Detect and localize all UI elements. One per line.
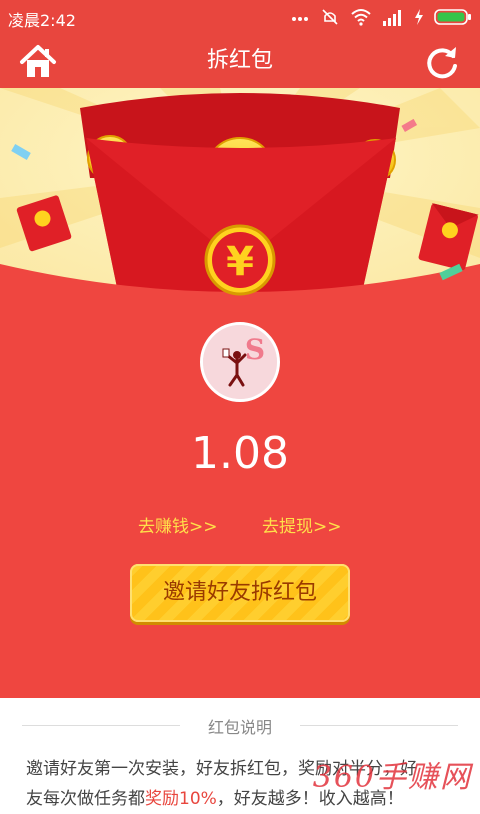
more-dots-icon bbox=[292, 17, 308, 21]
svg-text:S: S bbox=[245, 333, 265, 366]
red-envelope-banner: ¥ ¥ bbox=[0, 88, 480, 320]
withdraw-link[interactable]: 去提现>> bbox=[262, 512, 342, 537]
reward-highlight: 奖励10% bbox=[145, 789, 217, 809]
invite-friends-button[interactable]: 邀请好友拆红包 bbox=[130, 564, 350, 622]
page-title: 拆红包 bbox=[206, 48, 273, 73]
info-title: 红包说明 bbox=[207, 718, 272, 737]
envelope-seal-symbol: ¥ bbox=[226, 239, 254, 285]
refresh-icon bbox=[427, 47, 457, 79]
charging-icon bbox=[415, 9, 423, 25]
status-icons bbox=[290, 6, 472, 28]
money-person-icon: S bbox=[203, 325, 277, 399]
refresh-button[interactable] bbox=[422, 42, 462, 82]
status-bar: 凌晨2:42 bbox=[0, 0, 480, 34]
status-time: 凌晨2:42 bbox=[8, 11, 76, 30]
app-header: 拆红包 bbox=[0, 34, 480, 88]
earn-money-link[interactable]: 去赚钱>> bbox=[138, 512, 218, 537]
wifi-icon bbox=[351, 9, 371, 26]
divider-right bbox=[300, 725, 458, 726]
red-envelope-illustration: ¥ ¥ bbox=[0, 88, 480, 320]
battery-icon bbox=[434, 9, 471, 25]
avatar: S bbox=[200, 322, 280, 402]
signal-icon bbox=[383, 10, 401, 26]
mute-icon bbox=[322, 9, 338, 25]
watermark-logo: 360手赚网 bbox=[312, 760, 472, 795]
info-line-2a: 友每次做任务都 bbox=[26, 789, 145, 809]
cash-amount: 1.08 bbox=[191, 428, 289, 479]
